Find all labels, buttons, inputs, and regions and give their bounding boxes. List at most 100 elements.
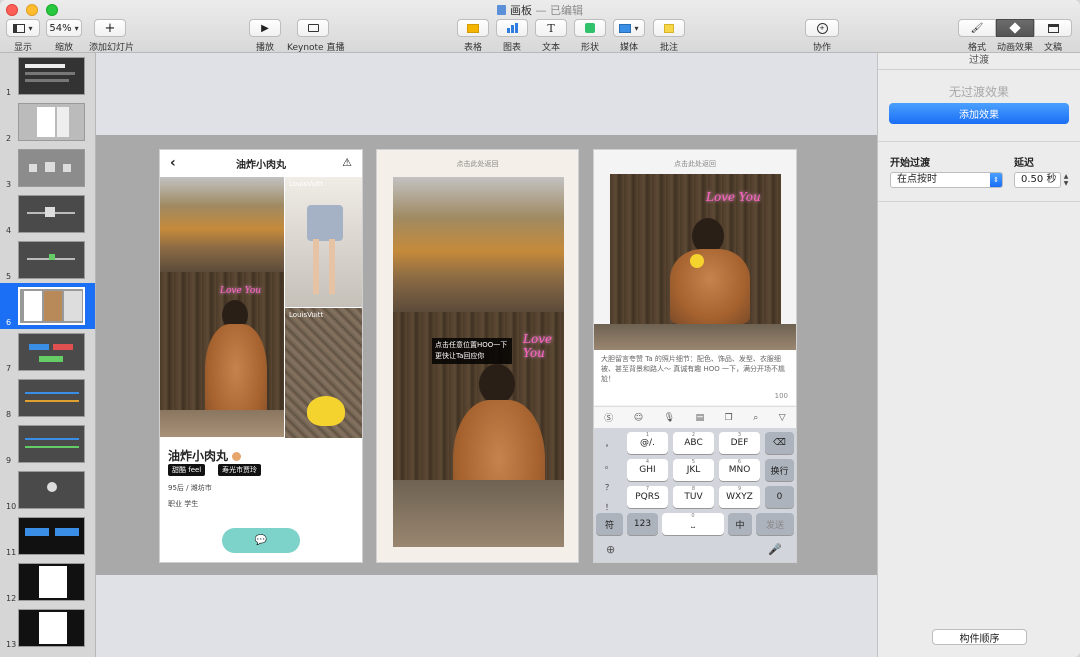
key-tuv[interactable]: 8 TUV [673, 486, 714, 508]
slide-thumbnail[interactable]: 2 [0, 99, 95, 145]
microphone-icon[interactable]: 🎤 [768, 543, 782, 556]
media-button[interactable]: ▾ [613, 19, 645, 37]
globe-icon[interactable]: ⊕ [606, 543, 615, 556]
keynote-window: 画板 — 已编辑 ▾ 显示 54% ▾ 缩放 + 添加幻灯片 ▶ 播放 Keyn… [0, 0, 1080, 657]
slide-thumbnail[interactable]: 13 [0, 605, 95, 651]
key-period[interactable]: 。 [598, 454, 620, 476]
add-effect-button[interactable]: 添加效果 [889, 103, 1069, 124]
slide-number: 11 [6, 548, 17, 557]
slide-number: 1 [6, 88, 12, 97]
tap-hint-bubble: 点击任意位置HOO一下 更快让Ta回应你 [432, 338, 512, 364]
view-control[interactable]: ▾ 显示 [6, 19, 40, 53]
slide-thumbnail[interactable]: 10 [0, 467, 95, 513]
chart-control[interactable]: 图表 [496, 19, 528, 53]
shape-label: 形状 [580, 43, 599, 53]
current-slide[interactable]: ‹ 油炸小肉丸 ⚠ Love You LouisVuitt LouisVuitt… [96, 135, 877, 575]
shape-button[interactable] [574, 19, 606, 37]
key-newline[interactable]: 换行 [765, 459, 794, 481]
emoji-icon[interactable]: ☺ [634, 413, 643, 423]
slide-thumbnail[interactable]: 1 [0, 53, 95, 99]
play-control[interactable]: ▶ 播放 [249, 19, 281, 53]
key-question[interactable]: ？ [598, 476, 620, 498]
play-button[interactable]: ▶ [249, 19, 281, 37]
keyboard-toolbar: Ⓢ ☺ 🎙 ▤ ❐ ⌕ ▽ [594, 406, 796, 428]
document-control[interactable]: 文稿 [1034, 19, 1072, 53]
key-space[interactable]: 0 ⎵ [662, 513, 724, 535]
key-ghi[interactable]: 4 GHI [627, 459, 668, 481]
key-abc[interactable]: 2 ABC [673, 432, 714, 454]
collaborate-control[interactable]: + 协作 [804, 19, 840, 53]
media-control[interactable]: ▾ 媒体 [613, 19, 645, 53]
tab-transition[interactable]: 过渡 [878, 53, 1080, 70]
key-zero[interactable]: 0 [765, 486, 794, 508]
table-button[interactable] [457, 19, 489, 37]
text-control[interactable]: T 文本 [535, 19, 567, 53]
format-control[interactable]: 🖌 格式 [958, 19, 996, 53]
chat-button[interactable]: 💬 [222, 528, 300, 553]
add-slide-control[interactable]: + 添加幻灯片 [89, 19, 135, 53]
collaborate-button[interactable]: + [805, 19, 839, 37]
keynote-live-button[interactable] [297, 19, 329, 37]
slide-canvas[interactable]: ‹ 油炸小肉丸 ⚠ Love You LouisVuitt LouisVuitt… [96, 53, 877, 657]
key-wxyz[interactable]: 9 WXYZ [719, 486, 760, 508]
key-123[interactable]: 123 [627, 513, 658, 535]
photo-ground [160, 410, 284, 437]
chat-bubble-icon: 💬 [254, 535, 268, 546]
comment-control[interactable]: 批注 [653, 19, 685, 53]
slide-thumbnail[interactable]: 9 [0, 421, 95, 467]
key-pqrs[interactable]: 7 PQRS [627, 486, 668, 508]
slide-thumbnail-selected[interactable]: 6 [0, 283, 95, 329]
key-comma[interactable]: ， [598, 432, 620, 454]
comment-input[interactable]: 大胆留言夸赞 Ta 的照片细节：配色、饰品、发型、衣服细被、甚至背景和路人～ 真… [594, 350, 796, 405]
zoom-select[interactable]: 54% ▾ [46, 19, 82, 37]
slide-thumbnail[interactable]: 3 [0, 145, 95, 191]
zoom-control[interactable]: 54% ▾ 缩放 [46, 19, 82, 53]
chart-button[interactable] [496, 19, 528, 37]
slide-preview [18, 57, 85, 95]
shape-control[interactable]: 形状 [574, 19, 606, 53]
ime-logo-icon[interactable]: Ⓢ [604, 411, 613, 424]
add-slide-label: 添加幻灯片 [89, 43, 135, 53]
slide-thumbnail[interactable]: 4 [0, 191, 95, 237]
build-order-button[interactable]: 构件顺序 [932, 629, 1027, 645]
key-lang[interactable]: 中 [728, 513, 752, 535]
warning-icon: ⚠ [342, 156, 352, 169]
key-symbols[interactable]: 1 @/. [627, 432, 668, 454]
key-symbol[interactable]: 符 [596, 513, 623, 535]
slide-thumbnail[interactable]: 5 [0, 237, 95, 283]
slide-thumbnail[interactable]: 8 [0, 375, 95, 421]
start-transition-select[interactable]: 在点按时 ⇕ [890, 172, 1003, 188]
key-mno[interactable]: 6 MNO [719, 459, 760, 481]
shape-icon [585, 23, 595, 33]
chevron-down-icon: ▾ [74, 23, 79, 33]
clipboard-icon[interactable]: ▤ [696, 413, 705, 423]
profile-screen-mockup[interactable]: ‹ 油炸小肉丸 ⚠ Love You LouisVuitt LouisVuitt… [159, 149, 363, 563]
key-delete[interactable]: ⌫ [765, 432, 794, 454]
keynote-live-control[interactable]: Keynote 直播 [287, 19, 344, 53]
text-button[interactable]: T [535, 19, 567, 37]
table-control[interactable]: 表格 [457, 19, 489, 53]
key-send[interactable]: 发送 [756, 513, 794, 535]
collapse-icon[interactable]: ▽ [779, 413, 786, 423]
document-button[interactable] [1034, 19, 1072, 37]
key-jkl[interactable]: 5 JKL [673, 459, 714, 481]
search-icon[interactable]: ⌕ [753, 413, 758, 423]
slide-thumbnail[interactable]: 11 [0, 513, 95, 559]
key-def[interactable]: 3 DEF [719, 432, 760, 454]
animate-button[interactable] [996, 19, 1034, 37]
comment-button[interactable] [653, 19, 685, 37]
add-slide-button[interactable]: + [94, 19, 126, 37]
animate-control[interactable]: 动画效果 [996, 19, 1034, 53]
slide-thumbnail[interactable]: 7 [0, 329, 95, 375]
delay-field[interactable]: 0.50 秒 [1014, 172, 1061, 188]
view-button[interactable]: ▾ [6, 19, 40, 37]
format-button[interactable]: 🖌 [958, 19, 996, 37]
copy-icon[interactable]: ❐ [725, 413, 733, 423]
slide-thumbnail[interactable]: 12 [0, 559, 95, 605]
table-icon [467, 23, 479, 33]
monitor-icon [307, 24, 319, 32]
delay-stepper[interactable]: ▲ ▼ [1062, 173, 1070, 187]
photo-view-mockup[interactable]: 点击此处返回 Love You 点击任意位置HOO一下 更快让Ta回应你 [376, 149, 579, 563]
comment-screen-mockup[interactable]: 点击此处返回 Love You 大胆留言夸赞 Ta 的照片细节：配色、饰品、发型… [593, 149, 797, 563]
mic-icon[interactable]: 🎙 [664, 413, 675, 423]
